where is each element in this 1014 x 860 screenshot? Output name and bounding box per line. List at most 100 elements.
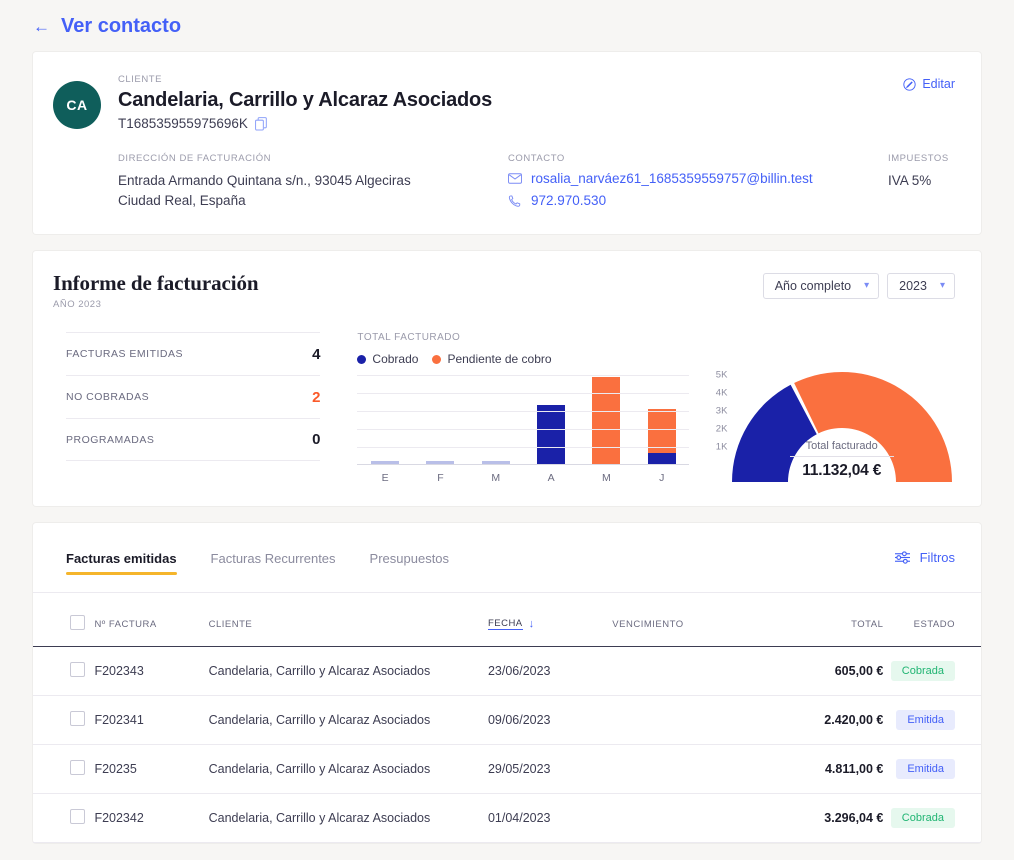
invoices-table-head: Nº FACTURA CLIENTE FECHA ↓ VENCIMIENTO T… [33,593,981,648]
cell-numero: F20235 [94,744,209,795]
tab-facturas-emitidas[interactable]: Facturas emitidas [66,551,177,575]
sliders-icon [894,551,910,564]
cell-fecha: 23/06/2023 [487,646,613,697]
chart-plot-area: 1K 2K 3K 4K 5K [357,370,728,466]
row-checkbox[interactable] [70,760,85,776]
chart-bar-slot [523,405,578,465]
client-label: CLIENTE [118,74,162,85]
chart-x-tick: M [602,472,611,485]
table-row[interactable]: F20235 Candelaria, Carrillo y Alcaraz Aso… [33,744,981,795]
row-checkbox[interactable] [70,809,85,825]
row-checkbox[interactable] [70,711,85,727]
col-fecha[interactable]: FECHA ↓ [487,593,613,648]
contact-email-value: rosalia_narváez61_1685359559757@billin.t… [531,171,813,186]
filters-button[interactable]: Filtros [894,550,955,565]
stat-value: 2 [312,388,321,406]
chart-gridline [357,393,690,395]
col-estado: ESTADO [883,593,981,648]
sort-by-fecha[interactable]: FECHA ↓ [487,618,535,631]
chart-x-tick: E [381,472,389,485]
report-stats: FACTURAS EMITIDAS 4 NO COBRADAS 2 PROGRA… [53,332,333,484]
col-numero: Nº FACTURA [94,593,209,648]
gauge-svg [731,372,952,483]
invoices-table: Nº FACTURA CLIENTE FECHA ↓ VENCIMIENTO T… [33,593,981,844]
cell-estado: Cobrada [883,646,981,697]
chart-bars [357,375,689,465]
client-details: DIRECCIÓN DE FACTURACIÓN Entrada Armando… [53,153,956,210]
tab-presupuestos[interactable]: Presupuestos [370,551,450,575]
chart-title: TOTAL FACTURADO [357,332,461,344]
chart-gridline [357,447,690,449]
report-subtitle: AÑO 2023 [53,299,102,311]
back-link-label: Ver contacto [61,14,182,37]
chart-bar[interactable] [592,377,621,465]
col-fecha-label: FECHA [487,618,523,631]
row-select-cell [33,744,95,795]
client-identity-text: CLIENTE Candelaria, Carrillo y Alcaraz A… [118,74,492,131]
stat-label: PROGRAMADAS [66,433,155,446]
contact-block: CONTACTO rosalia_narváez61_1685359559757… [508,153,888,210]
chart-y-tick: 1K [715,441,728,453]
contact-label: CONTACTO [508,153,565,164]
col-cliente: CLIENTE [208,593,488,648]
stat-row: FACTURAS EMITIDAS 4 [66,332,321,375]
col-vencimiento: VENCIMIENTO [612,593,768,648]
chart-x-tick: F [437,472,444,485]
chart-x-tick: J [659,472,665,485]
billing-report-card: Año completo ▾ 2023 ▾ Informe de factura… [33,251,981,507]
invoices-card: Facturas emitidas Facturas Recurrentes P… [33,523,981,844]
edit-client-label: Editar [922,77,955,91]
table-row[interactable]: F202342 Candelaria, Carrillo y Alcaraz As… [33,793,981,844]
chart-bar-segment-cobrado [647,453,676,465]
chevron-down-icon: ▾ [864,280,870,292]
total-invoiced-gauge: Total facturado 11.132,04 € [727,332,956,484]
billing-address-block: DIRECCIÓN DE FACTURACIÓN Entrada Armando… [118,153,508,210]
back-to-contact-link[interactable]: ← Ver contacto [33,15,181,38]
cell-vencimiento [612,646,768,697]
billing-address-label: DIRECCIÓN DE FACTURACIÓN [118,153,272,164]
billing-address-line2: Ciudad Real, España [118,192,246,208]
pencil-circle-icon [903,77,916,91]
chart-bar[interactable] [647,409,676,465]
chart-bar[interactable] [537,405,566,465]
year-select-value: 2023 [899,279,927,294]
taxes-value: IVA 5% [888,173,932,188]
row-checkbox[interactable] [70,662,85,678]
cell-numero: F202343 [94,646,209,697]
cell-total: 605,00 € [767,646,884,697]
row-select-cell [33,695,95,746]
contact-phone-link[interactable]: 972.970.530 [508,193,888,208]
table-row[interactable]: F202341 Candelaria, Carrillo y Alcaraz As… [33,695,981,746]
contact-phone-value: 972.970.530 [531,193,607,208]
cell-fecha: 09/06/2023 [487,695,613,746]
select-all-checkbox[interactable] [70,615,85,631]
stat-label: FACTURAS EMITIDAS [66,348,184,361]
cell-cliente: Candelaria, Carrillo y Alcaraz Asociados [208,646,488,697]
cell-cliente: Candelaria, Carrillo y Alcaraz Asociados [208,793,488,844]
cell-cliente: Candelaria, Carrillo y Alcaraz Asociados [208,744,488,795]
invoices-tabs: Facturas emitidas Facturas Recurrentes P… [33,523,981,594]
client-summary-card: Editar CA CLIENTE Candelaria, Carrillo y… [33,52,981,235]
stat-label: NO COBRADAS [66,391,150,404]
taxes-block: IMPUESTOS IVA 5% [888,153,956,210]
taxes-label: IMPUESTOS [888,153,949,164]
edit-client-button[interactable]: Editar [903,77,955,91]
period-select[interactable]: Año completo ▾ [762,273,880,300]
filters-label: Filtros [919,550,955,566]
year-select[interactable]: 2023 ▾ [887,273,955,300]
contact-email-link[interactable]: rosalia_narváez61_1685359559757@billin.t… [508,171,888,186]
billing-address-line1: Entrada Armando Quintana s/n., 93045 Alg… [118,173,411,188]
cell-vencimiento [612,744,768,795]
stat-value: 0 [312,431,321,449]
chart-gridline [357,411,690,413]
status-badge: Emitida [896,759,955,780]
cell-total: 3.296,04 € [767,793,884,844]
client-identity: CA CLIENTE Candelaria, Carrillo y Alcara… [53,74,956,131]
copy-icon[interactable] [254,116,268,131]
tab-facturas-recurrentes[interactable]: Facturas Recurrentes [211,551,336,575]
table-row[interactable]: F202343 Candelaria, Carrillo y Alcaraz As… [33,646,981,697]
chart-legend: Cobrado Pendiente de cobro [357,352,727,366]
top-bar: ← Ver contacto [0,0,1014,52]
report-filters: Año completo ▾ 2023 ▾ [762,273,955,300]
cell-vencimiento [612,695,768,746]
